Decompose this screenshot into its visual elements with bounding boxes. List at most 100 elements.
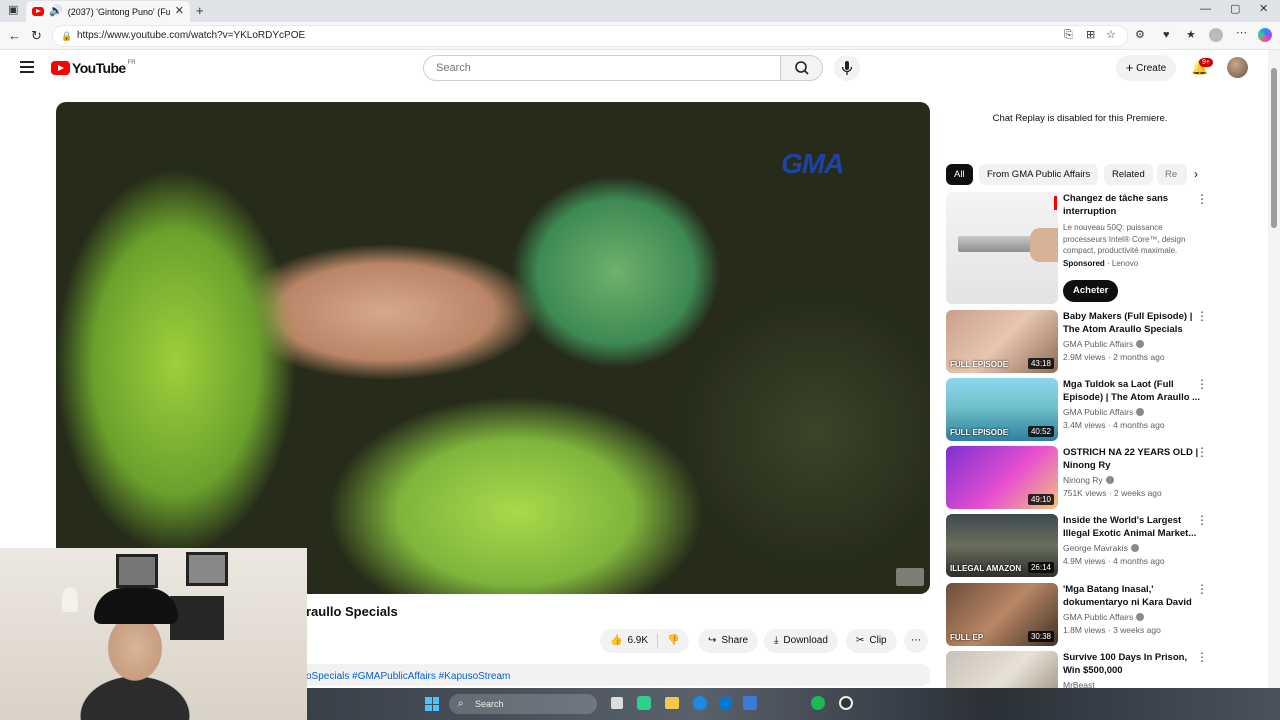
youtube-logo[interactable]: YouTube FR — [51, 60, 136, 76]
sponsored-ad-card[interactable]: Changez de tâche sans interruption Le no… — [946, 192, 1208, 304]
favorites-icon[interactable]: ★ — [1186, 30, 1196, 41]
close-window-icon[interactable]: ✕ — [1259, 4, 1268, 15]
profile-icon[interactable] — [1209, 28, 1223, 42]
browser-essentials-icon[interactable]: ♥ — [1163, 30, 1170, 41]
task-view-icon[interactable] — [611, 697, 623, 709]
chip-related[interactable]: Related — [1104, 164, 1153, 185]
recommended-video[interactable]: FULL EP 30:38 'Mga Batang Inasal,' dokumen… — [946, 583, 1208, 647]
description-hashtags[interactable]: oSpecials #GMAPublicAffairs #KapusoStrea… — [306, 671, 510, 682]
more-menu-icon[interactable]: ⋯ — [1236, 28, 1247, 39]
scrollbar-thumb[interactable] — [1271, 68, 1277, 228]
speaker-icon[interactable]: 🔊 — [49, 6, 63, 17]
favorite-star-icon[interactable]: ☆ — [1106, 30, 1116, 41]
app-install-icon[interactable]: ⊞ — [1086, 30, 1095, 41]
video-thumbnail[interactable]: FULL EPISODE 43:18 — [946, 310, 1058, 373]
taskbar-search-box[interactable]: ⌕ Search — [449, 694, 597, 714]
ad-title[interactable]: Changez de tâche sans interruption — [1063, 192, 1193, 218]
widgets-icon[interactable] — [637, 696, 651, 710]
tab-actions-icon[interactable]: ▣ — [8, 5, 18, 16]
recommended-video[interactable]: FULL EPISODE 40:52 Mga Tuldok sa Laot (Ful… — [946, 378, 1208, 442]
video-thumbnail[interactable]: DAY — [946, 651, 1058, 688]
ad-thumbnail[interactable] — [946, 192, 1058, 304]
chip-recently-uploaded[interactable]: Re — [1157, 164, 1187, 185]
ad-cta-button[interactable]: Acheter — [1063, 280, 1119, 302]
hamburger-menu-icon[interactable] — [20, 61, 34, 73]
recommended-video[interactable]: DAYSurvive 100 Days In Prison, Win $500,… — [946, 651, 1208, 688]
chip-all[interactable]: All — [946, 164, 973, 185]
minimize-icon[interactable]: — — [1200, 4, 1211, 15]
site-info-icon[interactable]: 🔒 — [61, 26, 72, 46]
store-icon[interactable] — [719, 697, 731, 709]
search-input[interactable]: Search — [423, 55, 781, 81]
video-thumbnail[interactable]: FULL EPISODE 40:52 — [946, 378, 1058, 441]
video-title-link[interactable]: Inside the World's Largest Illegal Exoti… — [1063, 514, 1201, 541]
share-icon: ↪ — [708, 635, 717, 646]
channel-name-line[interactable]: GMA Public Affairs — [1063, 339, 1145, 349]
video-more-icon[interactable]: ⋮ — [1196, 378, 1208, 390]
video-thumbnail[interactable]: FULL EP 30:38 — [946, 583, 1058, 646]
video-more-icon[interactable]: ⋮ — [1196, 651, 1208, 663]
page-scrollbar[interactable] — [1268, 50, 1280, 688]
channel-name[interactable]: George Mavrakis — [1063, 543, 1128, 553]
video-more-icon[interactable]: ⋮ — [1196, 310, 1208, 322]
close-tab-icon[interactable]: ✕ — [175, 6, 184, 17]
back-icon[interactable]: ← — [8, 29, 21, 42]
extensions-icon[interactable]: ⚙ — [1135, 30, 1145, 41]
channel-name-line[interactable]: MrBeast — [1063, 680, 1095, 688]
channel-name[interactable]: GMA Public Affairs — [1063, 612, 1133, 622]
video-thumbnail[interactable]: ILLEGAL AMAZON 26:14 — [946, 514, 1058, 577]
reload-icon[interactable]: ↻ — [31, 29, 42, 42]
thumbs-down-icon[interactable]: 👎 — [667, 629, 679, 653]
new-tab-icon[interactable]: + — [196, 4, 204, 17]
share-button[interactable]: ↪ Share — [698, 629, 759, 653]
search-button[interactable] — [781, 55, 823, 81]
account-avatar[interactable] — [1227, 57, 1248, 78]
create-button[interactable]: + Create — [1116, 55, 1176, 81]
clip-button[interactable]: ✂ Clip — [846, 629, 897, 653]
more-actions-button[interactable]: ⋯ — [904, 629, 928, 653]
video-player[interactable]: GMA — [56, 102, 930, 594]
file-explorer-icon[interactable] — [665, 697, 679, 709]
youtube-logo-icon — [51, 61, 70, 75]
channel-name-line[interactable]: Ninong Ry — [1063, 475, 1114, 485]
download-button[interactable]: ⤓ Download — [764, 629, 838, 653]
chips-next-arrow-icon[interactable]: › — [1194, 167, 1198, 181]
video-more-icon[interactable]: ⋮ — [1196, 514, 1208, 526]
channel-name[interactable]: GMA Public Affairs — [1063, 339, 1133, 349]
maximize-icon[interactable]: ▢ — [1230, 4, 1240, 15]
channel-name-line[interactable]: GMA Public Affairs — [1063, 612, 1145, 622]
channel-name-line[interactable]: George Mavrakis — [1063, 543, 1139, 553]
spotify-icon[interactable] — [811, 696, 825, 710]
browser-tab-active[interactable]: 🔊 (2037) 'Gintong Puno' (Full E ✕ — [26, 1, 190, 22]
thumbnail-badge-text: FULL EP — [950, 633, 984, 642]
vscode-icon[interactable] — [743, 696, 757, 710]
video-title-link[interactable]: Mga Tuldok sa Laot (Full Episode) | The … — [1063, 378, 1201, 404]
video-more-icon[interactable]: ⋮ — [1196, 583, 1208, 595]
chip-from-gma-public-affairs[interactable]: From GMA Public Affairs — [979, 164, 1099, 185]
edge-browser-icon[interactable] — [693, 696, 707, 710]
channel-name[interactable]: GMA Public Affairs — [1063, 407, 1133, 417]
like-button[interactable]: 👍 6.9K 👎 — [600, 629, 690, 653]
channel-name[interactable]: MrBeast — [1063, 680, 1095, 688]
video-more-icon[interactable]: ⋮ — [1196, 446, 1208, 458]
recommended-video[interactable]: 49:10 OSTRICH NA 22 YEARS OLD | Ninong Ry… — [946, 446, 1208, 510]
recommended-video[interactable]: ILLEGAL AMAZON 26:14 Inside the World's La… — [946, 514, 1208, 578]
address-bar[interactable]: 🔒 https://www.youtube.com/watch?v=YKLoRD… — [52, 25, 1128, 47]
video-title-link[interactable]: Baby Makers (Full Episode) | The Atom Ar… — [1063, 310, 1201, 336]
translate-icon[interactable]: ⎘ — [1064, 30, 1073, 41]
obs-icon[interactable] — [839, 696, 853, 710]
ad-more-icon[interactable]: ⋮ — [1196, 192, 1208, 206]
video-title-link[interactable]: Survive 100 Days In Prison, Win $500,000 — [1063, 651, 1201, 677]
windows-start-icon[interactable] — [425, 697, 439, 711]
video-title-link[interactable]: 'Mga Batang Inasal,' dokumentaryo ni Kar… — [1063, 583, 1201, 610]
copilot-icon[interactable] — [1258, 28, 1272, 42]
video-title-link[interactable]: OSTRICH NA 22 YEARS OLD | Ninong Ry — [1063, 446, 1201, 472]
thumbnail-badge-text: FULL EPISODE — [950, 428, 1009, 437]
recommended-video[interactable]: FULL EPISODE 43:18 Baby Makers (Full Episo… — [946, 310, 1208, 374]
video-thumbnail[interactable]: 49:10 — [946, 446, 1058, 509]
youtube-header: YouTube FR Search + Create 🔔 9+ — [0, 50, 1268, 86]
channel-name[interactable]: Ninong Ry — [1063, 475, 1103, 485]
channel-name-line[interactable]: GMA Public Affairs — [1063, 407, 1145, 417]
browser-toolbar: ← ↻ 🔒 https://www.youtube.com/watch?v=YK… — [0, 22, 1280, 50]
voice-search-button[interactable] — [834, 55, 860, 81]
